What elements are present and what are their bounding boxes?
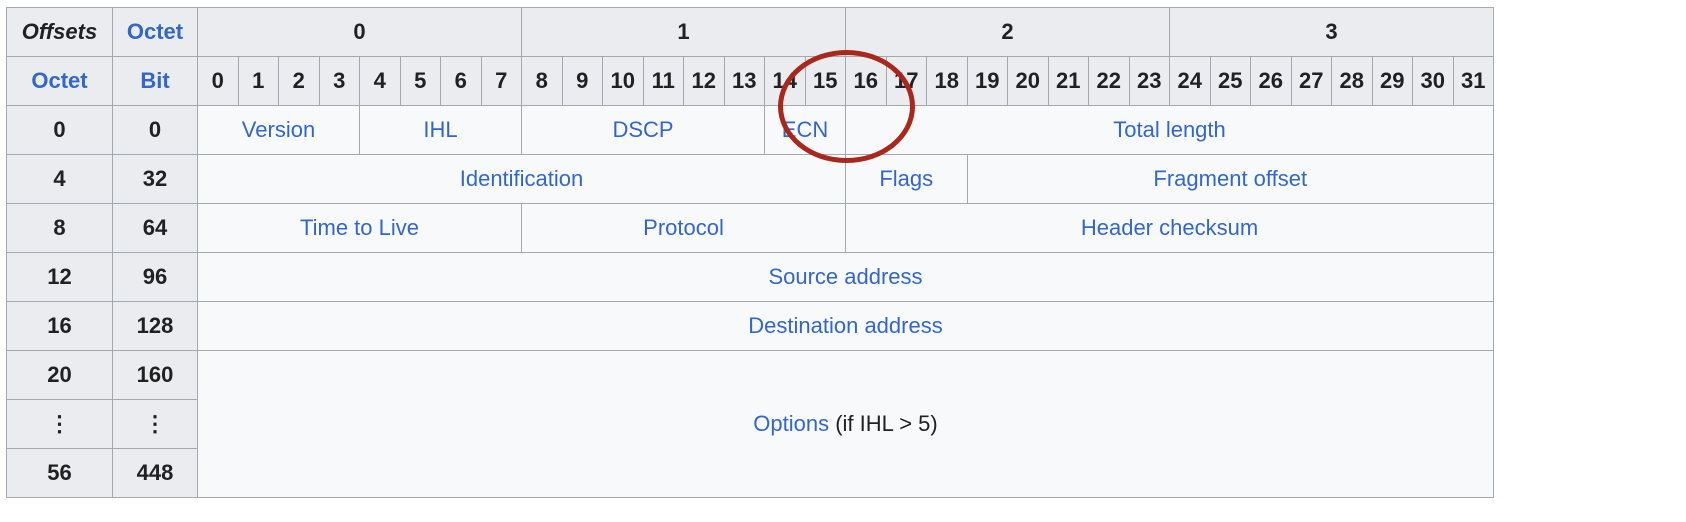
bit-number: 1 — [237, 56, 279, 106]
table-row: 12 96 Source address — [6, 252, 1494, 302]
octet-header-0: 0 — [197, 7, 522, 57]
bit-number: 31 — [1452, 56, 1494, 106]
bit-number: 21 — [1047, 56, 1089, 106]
octet-header-1: 1 — [521, 7, 846, 57]
offsets-label: Offsets — [6, 7, 113, 57]
table-row: 20 160 Options (if IHL > 5) — [6, 350, 1494, 498]
bit-number: 0 — [197, 56, 239, 106]
bit-header-row: Octet Bit 0 1 2 3 4 5 6 7 8 9 10 11 12 1… — [6, 56, 1494, 106]
bit-number: 23 — [1128, 56, 1170, 106]
octet-header-row: Offsets Octet 0 1 2 3 — [6, 7, 1494, 57]
bit-number: 8 — [521, 56, 563, 106]
bit-number: 16 — [845, 56, 887, 106]
row-bit-offset: 128 — [112, 301, 198, 351]
table-row: 0 0 Version IHL DSCP ECN Total length — [6, 105, 1494, 155]
bit-number: 18 — [926, 56, 968, 106]
bit-number: 3 — [318, 56, 360, 106]
table-row: 16 128 Destination address — [6, 301, 1494, 351]
row-bit-offset: 32 — [112, 154, 198, 204]
field-dscp[interactable]: DSCP — [521, 105, 765, 155]
row-bit-offset: 160 — [112, 350, 198, 400]
row-bit-offset-ellipsis: ⋮ — [112, 399, 198, 449]
bit-number: 13 — [723, 56, 765, 106]
octet-column-label[interactable]: Octet — [112, 7, 198, 57]
field-source-address[interactable]: Source address — [197, 252, 1494, 302]
row-octet-offset: 4 — [6, 154, 113, 204]
row-octet-offset: 20 — [6, 350, 113, 400]
row-bit-offset: 64 — [112, 203, 198, 253]
bit-number: 12 — [683, 56, 725, 106]
bit-number: 24 — [1169, 56, 1211, 106]
row-bit-offset: 0 — [112, 105, 198, 155]
field-time-to-live[interactable]: Time to Live — [197, 203, 522, 253]
row-bit-offset: 96 — [112, 252, 198, 302]
bit-number: 17 — [885, 56, 927, 106]
bit-number: 9 — [561, 56, 603, 106]
octet-header-2: 2 — [845, 7, 1170, 57]
bit-number: 5 — [399, 56, 441, 106]
bit-number: 22 — [1088, 56, 1130, 106]
table-row: 8 64 Time to Live Protocol Header checks… — [6, 203, 1494, 253]
octet-header-3: 3 — [1169, 7, 1494, 57]
bit-number: 30 — [1412, 56, 1454, 106]
row-octet-offset: 0 — [6, 105, 113, 155]
bit-number: 11 — [642, 56, 684, 106]
bit-number: 10 — [602, 56, 644, 106]
field-fragment-offset[interactable]: Fragment offset — [966, 154, 1494, 204]
bit-number: 29 — [1371, 56, 1413, 106]
bit-number: 2 — [278, 56, 320, 106]
bit-number: 6 — [440, 56, 482, 106]
ipv4-header-table: Offsets Octet 0 1 2 3 Octet Bit 0 1 2 3 … — [6, 7, 1494, 498]
field-destination-address[interactable]: Destination address — [197, 301, 1494, 351]
options-link[interactable]: Options — [753, 411, 829, 436]
field-ihl[interactable]: IHL — [359, 105, 522, 155]
bit-number: 15 — [804, 56, 846, 106]
row-octet-offset-ellipsis: ⋮ — [6, 399, 113, 449]
bit-number: 26 — [1250, 56, 1292, 106]
field-version[interactable]: Version — [197, 105, 360, 155]
bit-number: 27 — [1290, 56, 1332, 106]
field-header-checksum[interactable]: Header checksum — [845, 203, 1494, 253]
ipv4-header-table-wrapper: Offsets Octet 0 1 2 3 Octet Bit 0 1 2 3 … — [6, 7, 1494, 498]
bit-number: 4 — [359, 56, 401, 106]
bit-number: 7 — [480, 56, 522, 106]
row-octet-offset: 56 — [6, 448, 113, 498]
options-note: (if IHL > 5) — [835, 411, 938, 436]
row-octet-offset: 12 — [6, 252, 113, 302]
bit-number: 25 — [1209, 56, 1251, 106]
bit-row-label[interactable]: Bit — [112, 56, 198, 106]
row-bit-offset: 448 — [112, 448, 198, 498]
bit-number: 20 — [1007, 56, 1049, 106]
field-protocol[interactable]: Protocol — [521, 203, 846, 253]
field-options: Options (if IHL > 5) — [197, 350, 1494, 498]
bit-number: 14 — [764, 56, 806, 106]
row-octet-offset: 16 — [6, 301, 113, 351]
row-octet-offset: 8 — [6, 203, 113, 253]
field-ecn[interactable]: ECN — [764, 105, 846, 155]
bit-number: 28 — [1331, 56, 1373, 106]
bit-number: 19 — [966, 56, 1008, 106]
field-identification[interactable]: Identification — [197, 154, 846, 204]
field-flags[interactable]: Flags — [845, 154, 968, 204]
table-row: 4 32 Identification Flags Fragment offse… — [6, 154, 1494, 204]
octet-row-label[interactable]: Octet — [6, 56, 113, 106]
field-total-length[interactable]: Total length — [845, 105, 1494, 155]
